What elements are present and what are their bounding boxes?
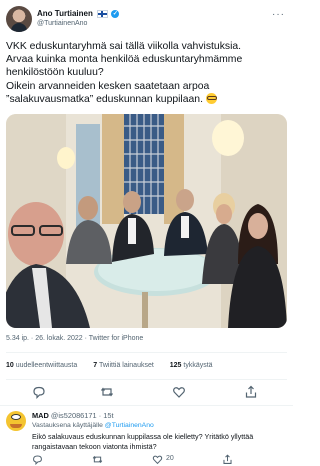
- group-photo-image: [6, 114, 287, 328]
- reply-text: Eikö salakuvaus eduskunnan kuppilassa ol…: [32, 432, 254, 451]
- tweet-header: Ano Turtiainen ✓ @TurtiainenAno ···: [6, 6, 287, 34]
- reply-retweet-icon[interactable]: [92, 454, 103, 465]
- tweet-timestamp[interactable]: 5.34 ip. · 26. lokak. 2022 · Twitter for…: [6, 335, 143, 342]
- replying-prefix: Vastauksena käyttäjälle: [32, 422, 103, 429]
- likes-stat[interactable]: 125 tykkäystä: [170, 362, 213, 369]
- share-icon[interactable]: [244, 385, 258, 399]
- tweet-client[interactable]: Twitter for iPhone: [89, 335, 143, 342]
- tweet-date: 26. lokak. 2022: [35, 335, 83, 342]
- reply-icon[interactable]: [32, 385, 46, 399]
- reply-comment-icon[interactable]: [32, 454, 43, 465]
- verified-badge-icon: ✓: [111, 9, 120, 18]
- author-avatar[interactable]: [6, 6, 32, 32]
- divider: [0, 405, 293, 406]
- retweet-icon[interactable]: [100, 385, 114, 399]
- reply-actions: 20: [32, 454, 282, 466]
- reply-author-handle[interactable]: @is52086171: [51, 411, 97, 420]
- tweet-time: 5.34 ip.: [6, 335, 29, 342]
- reply-like-heart-icon[interactable]: [152, 454, 163, 465]
- quotes-stat[interactable]: 7 Twiittiä lainaukset: [93, 362, 154, 369]
- author-name-line[interactable]: Ano Turtiainen ✓: [37, 9, 120, 18]
- reply-header: MAD @is52086171 · 15t: [32, 411, 114, 420]
- finland-flag-icon: [97, 9, 109, 18]
- tweet-actions: [0, 385, 293, 399]
- reply-share-icon[interactable]: [222, 454, 233, 465]
- author-name[interactable]: Ano Turtiainen: [37, 9, 93, 18]
- reply-tweet[interactable]: MAD @is52086171 · 15t Vastauksena käyttä…: [6, 411, 287, 466]
- reply-like-count: 20: [166, 455, 174, 462]
- tweet-text: VKK eduskuntaryhmä sai tällä viikolla va…: [6, 40, 289, 106]
- reply-age[interactable]: 15t: [103, 411, 113, 420]
- retweets-stat[interactable]: 10 uudelleentwiittausta: [6, 362, 77, 369]
- divider: [6, 379, 287, 380]
- tweet-photo[interactable]: [6, 114, 287, 328]
- reply-author-name[interactable]: MAD: [32, 411, 49, 420]
- more-options-icon[interactable]: ···: [272, 10, 285, 20]
- replying-to-handle[interactable]: @TurtiainenAno: [105, 422, 154, 429]
- nerd-glasses-emoji-icon: [205, 92, 217, 104]
- author-handle[interactable]: @TurtiainenAno: [37, 20, 87, 27]
- reply-dot: ·: [98, 411, 102, 420]
- reply-avatar[interactable]: [6, 411, 26, 431]
- like-heart-icon[interactable]: [172, 385, 186, 399]
- replying-to: Vastauksena käyttäjälle @TurtiainenAno: [32, 422, 154, 429]
- tweet-stats: 10 uudelleentwiittausta 7 Twiittiä laina…: [6, 362, 227, 369]
- divider: [6, 352, 287, 353]
